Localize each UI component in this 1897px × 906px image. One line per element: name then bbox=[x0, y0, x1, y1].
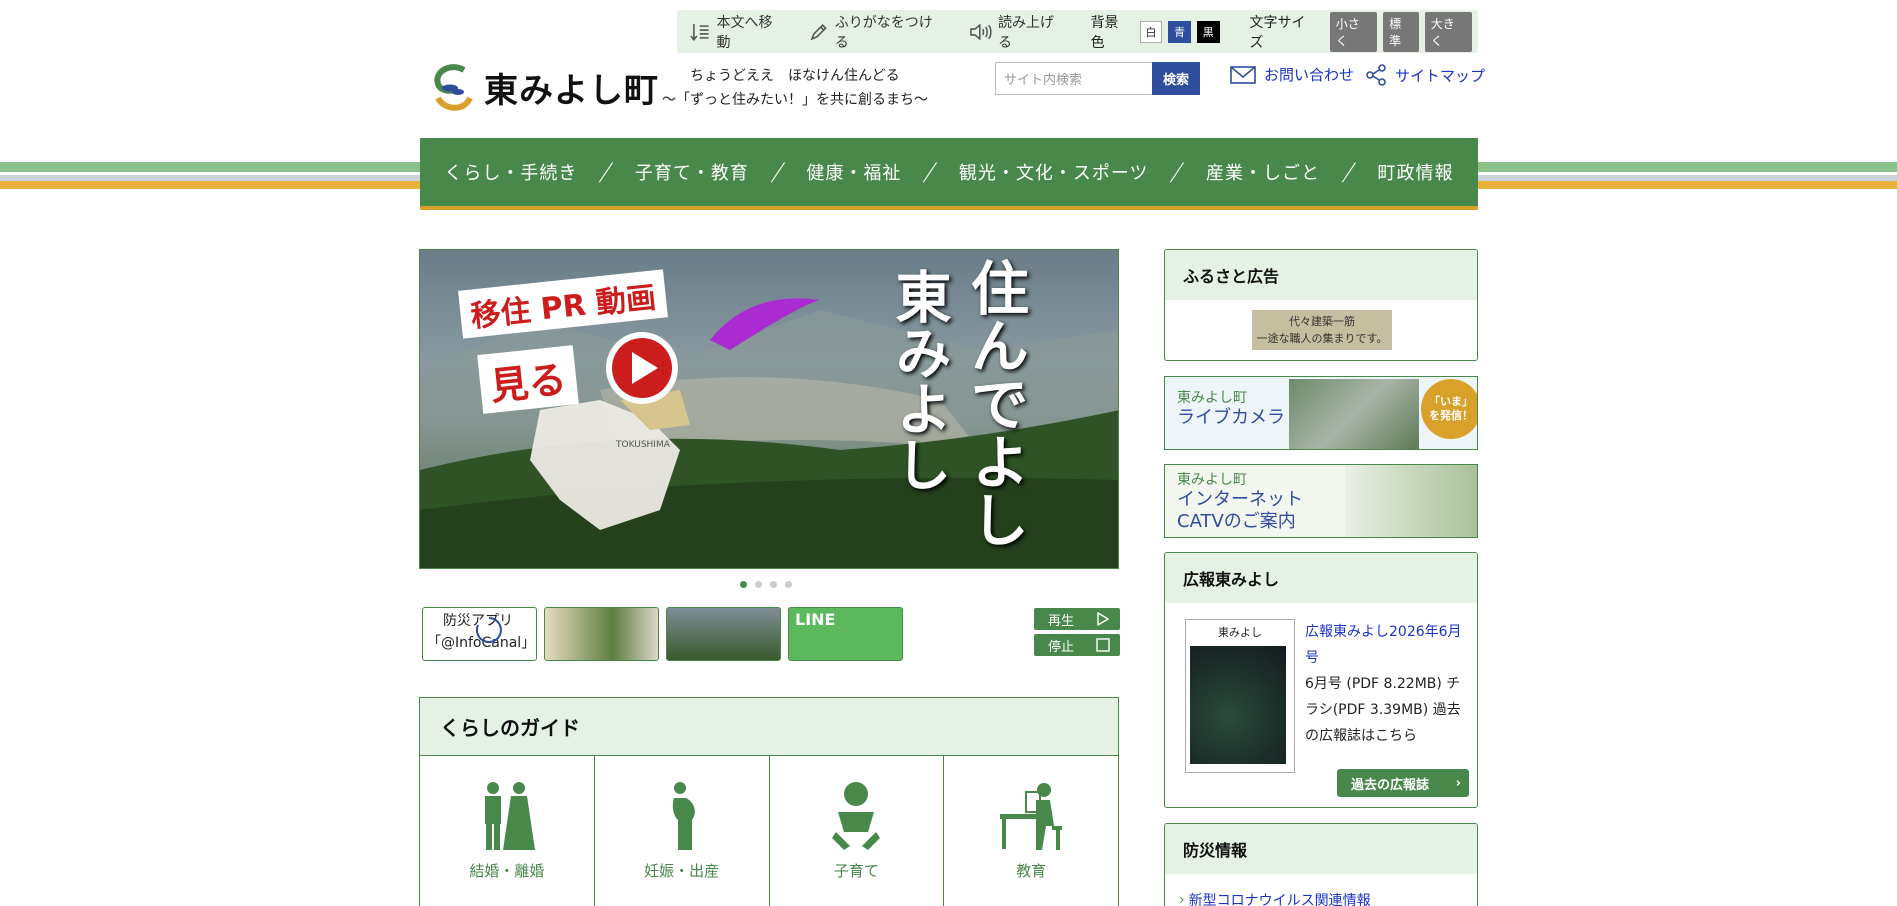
loading-spinner-icon bbox=[475, 617, 502, 643]
font-large-button[interactable]: 大きく bbox=[1424, 11, 1473, 52]
tagline-line2: ～「ずっと住みたい！」を共に創るまち～ bbox=[662, 92, 928, 108]
thumb-slide-2[interactable] bbox=[544, 607, 659, 661]
font-small-button[interactable]: 小さく bbox=[1329, 11, 1378, 52]
speaker-icon bbox=[970, 23, 992, 40]
hero-catch-col1: 住んでよし bbox=[961, 258, 1029, 548]
livecam-photo bbox=[1289, 379, 1419, 449]
nav-divider: / bbox=[596, 158, 616, 186]
koho-cover[interactable]: 東みよし bbox=[1185, 619, 1295, 773]
watch-text: 見る bbox=[477, 345, 579, 414]
living-guide: くらしのガイド 結婚・離婚 妊娠・出産 子育て 教育 bbox=[419, 697, 1119, 906]
chevron-right-icon: › bbox=[1455, 775, 1461, 791]
skip-to-content-link[interactable]: 本文へ移動 bbox=[689, 12, 785, 52]
stop-icon bbox=[1096, 638, 1110, 652]
search-button[interactable]: 検索 bbox=[1152, 62, 1200, 95]
desk-study-icon bbox=[1000, 783, 1063, 850]
bousai-box: 防災情報 › 新型コロナウイルス関連情報 bbox=[1164, 823, 1478, 906]
nav-item-tourism[interactable]: 観光・文化・スポーツ bbox=[959, 159, 1149, 185]
slide-dot[interactable] bbox=[770, 581, 777, 588]
koho-description: 6月号 (PDF 8.22MB) チラシ(PDF 3.39MB) 過去の広報誌は… bbox=[1305, 676, 1461, 744]
guide-item-education[interactable]: 教育 bbox=[944, 755, 1118, 906]
nav-item-industry[interactable]: 産業・しごと bbox=[1206, 159, 1320, 185]
slide-indicator bbox=[740, 581, 792, 588]
furusato-ad-banner[interactable]: 代々建築一筋 一途な職人の集まりです。 bbox=[1252, 310, 1392, 350]
map-label: TOKUSHIMA bbox=[616, 440, 670, 450]
font-normal-button[interactable]: 標準 bbox=[1383, 11, 1419, 52]
bousai-title: 防災情報 bbox=[1165, 824, 1477, 874]
tagline-line1: ちょうどええ ほなけん住んどる bbox=[690, 68, 900, 84]
koho-latest-link[interactable]: 広報東みよし2026年6月号 bbox=[1305, 619, 1465, 671]
slide-dot[interactable] bbox=[740, 581, 747, 588]
livecam-badge: 「いま」を発信！ bbox=[1421, 379, 1477, 439]
pencil-icon bbox=[810, 23, 827, 40]
nav-item-childcare[interactable]: 子育て・教育 bbox=[635, 159, 749, 185]
global-nav: くらし・手続き / 子育て・教育 / 健康・福祉 / 観光・文化・スポーツ / … bbox=[420, 138, 1478, 210]
livecam-banner[interactable]: 東みよし町 ライブカメラ 「いま」を発信！ bbox=[1164, 376, 1478, 450]
hero-slide[interactable]: 移住 PR 動画 見る TOKUSHIMA 住んでよし 東みよし bbox=[419, 249, 1119, 569]
chevron-right-icon: › bbox=[1179, 892, 1185, 906]
site-name: 東みよし町 bbox=[484, 70, 659, 111]
stop-button[interactable]: 停止 bbox=[1034, 634, 1120, 656]
nav-divider: / bbox=[1339, 158, 1358, 186]
furigana-toggle[interactable]: ふりがなをつける bbox=[809, 12, 944, 52]
koho-title: 広報東みよし bbox=[1165, 553, 1477, 603]
sitemap-link[interactable]: サイトマップ bbox=[1365, 64, 1485, 86]
read-aloud-button[interactable]: 読み上げる bbox=[968, 12, 1066, 52]
koho-box: 広報東みよし 東みよし 広報東みよし2026年6月号 6月号 (PDF 8.22… bbox=[1164, 552, 1478, 808]
past-koho-button[interactable]: 過去の広報誌 › bbox=[1337, 769, 1469, 797]
thumb-bousai-app[interactable]: 防災アプリ 「@InfoCanal」 bbox=[422, 607, 537, 661]
thumb-line[interactable]: LINE bbox=[788, 607, 903, 661]
nav-divider: / bbox=[768, 158, 787, 186]
nav-item-living[interactable]: くらし・手続き bbox=[444, 159, 577, 185]
slide-dot[interactable] bbox=[785, 581, 792, 588]
town-emblem-icon bbox=[434, 64, 473, 111]
utility-bar: 本文へ移動 ふりがなをつける 読み上げる 背景色 白 青 黒 文字サイズ 小さく… bbox=[677, 10, 1478, 53]
bg-white-button[interactable]: 白 bbox=[1139, 20, 1163, 43]
contact-link[interactable]: お問い合わせ bbox=[1230, 64, 1354, 85]
covid-info-link[interactable]: › 新型コロナウイルス関連情報 bbox=[1179, 890, 1371, 906]
bg-black-button[interactable]: 黒 bbox=[1196, 20, 1220, 43]
pregnancy-icon bbox=[672, 782, 695, 850]
furusato-ad-title: ふるさと広告 bbox=[1165, 250, 1477, 300]
wedding-couple-icon bbox=[484, 782, 535, 850]
bg-blue-button[interactable]: 青 bbox=[1168, 20, 1191, 43]
font-size-label: 文字サイズ bbox=[1249, 14, 1306, 51]
play-icon bbox=[1097, 612, 1110, 626]
nav-item-health[interactable]: 健康・福祉 bbox=[806, 159, 901, 185]
play-button[interactable]: 再生 bbox=[1034, 608, 1120, 630]
slide-dot[interactable] bbox=[755, 581, 762, 588]
share-nodes-icon bbox=[1366, 64, 1386, 86]
guide-item-pregnancy[interactable]: 妊娠・出産 bbox=[594, 755, 770, 906]
nav-divider: / bbox=[1168, 158, 1187, 186]
nav-item-government[interactable]: 町政情報 bbox=[1377, 159, 1453, 185]
site-logo[interactable]: 東みよし町 bbox=[430, 62, 659, 112]
guide-item-marriage[interactable]: 結婚・離婚 bbox=[420, 755, 595, 906]
bg-color-label: 背景色 bbox=[1090, 14, 1119, 51]
catv-photo bbox=[1345, 465, 1477, 537]
skip-arrow-icon bbox=[690, 23, 709, 41]
nav-divider: / bbox=[920, 158, 940, 186]
envelope-icon bbox=[1230, 65, 1256, 84]
guide-item-childcare[interactable]: 子育て bbox=[769, 755, 945, 906]
baby-icon bbox=[832, 782, 881, 850]
thumb-slide-3[interactable] bbox=[666, 607, 781, 661]
tagline: ちょうどええ ほなけん住んどる ～「ずっと住みたい！」を共に創るまち～ bbox=[660, 64, 928, 112]
hero-catch-col2: 東みよし bbox=[886, 268, 952, 492]
search-input[interactable]: サイト内検索 bbox=[995, 62, 1153, 95]
catv-banner[interactable]: 東みよし町 インターネット CATVのご案内 bbox=[1164, 464, 1478, 538]
living-guide-title: くらしのガイド bbox=[420, 698, 1118, 755]
furusato-ad-box: ふるさと広告 代々建築一筋 一途な職人の集まりです。 bbox=[1164, 249, 1478, 361]
